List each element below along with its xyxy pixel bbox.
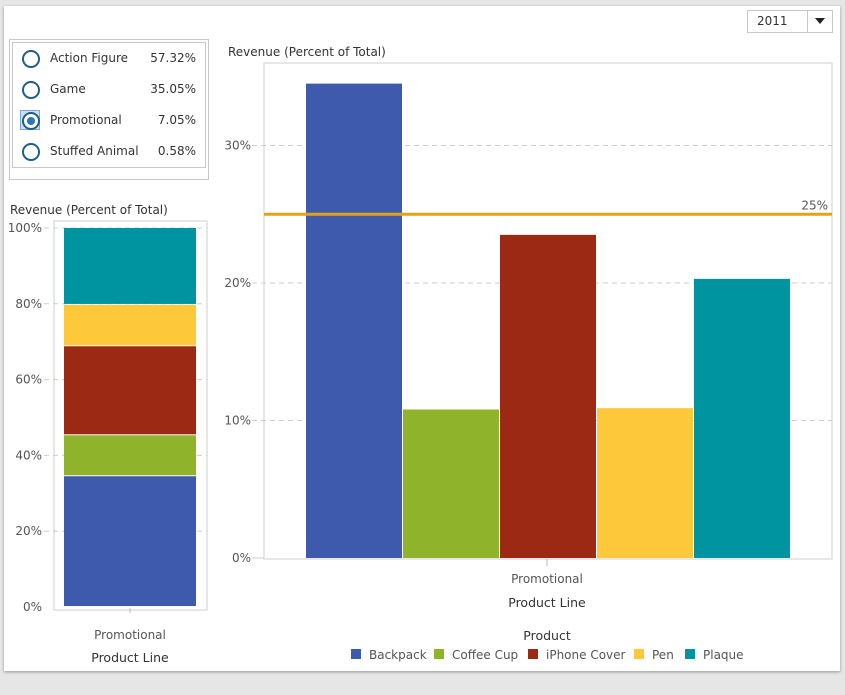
- legend-label-plaque: Plaque: [703, 648, 744, 662]
- legend-label-backpack: Backpack: [369, 648, 427, 662]
- y-tick-label: 80%: [15, 297, 42, 311]
- radio-percent: 57.32%: [150, 51, 196, 65]
- clustered-bar-chart: 0% 10% 20% 30% 25% Promotional Product Line Pro…: [224, 62, 833, 662]
- x-axis-title: Product Line: [508, 595, 586, 610]
- product-line-list: Action Figure 57.32% Game 35.05% Promoti…: [12, 42, 206, 168]
- radio-percent: 35.05%: [150, 82, 196, 96]
- x-tick-label: Promotional: [94, 628, 166, 642]
- year-dropdown[interactable]: 2011: [747, 10, 833, 33]
- x-axis-title: Product Line: [91, 650, 169, 665]
- bar-segment-iphone-cover: [64, 346, 196, 435]
- y-tick-label: 20%: [15, 524, 42, 538]
- triangle-down-icon: [815, 18, 825, 24]
- radio-label: Action Figure: [50, 51, 129, 65]
- legend-swatch-plaque: [685, 649, 695, 659]
- bar-segment-backpack: [64, 476, 196, 606]
- radio-item-stuffed-animal[interactable]: Stuffed Animal 0.58%: [13, 136, 205, 167]
- legend-swatch-coffee-cup: [434, 649, 444, 659]
- legend-swatch-pen: [634, 649, 644, 659]
- radio-icon[interactable]: [22, 50, 40, 68]
- legend-label-iphone-cover: iPhone Cover: [546, 648, 626, 662]
- stacked-bar-chart: 0% 20% 40% 60% 80% 100% Promotional Product Lin…: [8, 220, 208, 665]
- radio-selected-icon[interactable]: [22, 112, 40, 130]
- radio-label: Stuffed Animal: [50, 144, 139, 158]
- radio-item-promotional[interactable]: Promotional 7.05%: [13, 105, 205, 136]
- y-tick-label: 40%: [15, 448, 42, 462]
- radio-item-action-figure[interactable]: Action Figure 57.32%: [13, 43, 205, 74]
- radio-icon[interactable]: [22, 81, 40, 99]
- bar-backpack: [306, 83, 402, 558]
- bar-pen: [597, 408, 693, 558]
- year-dropdown-button[interactable]: [807, 11, 832, 32]
- year-dropdown-value: 2011: [757, 14, 788, 28]
- legend-swatch-backpack: [351, 649, 361, 659]
- radio-percent: 0.58%: [157, 144, 196, 158]
- legend-label-pen: Pen: [652, 648, 674, 662]
- bar-plaque: [694, 278, 790, 558]
- bar-coffee-cup: [403, 409, 499, 558]
- bar-segment-pen: [64, 304, 196, 346]
- radio-icon[interactable]: [22, 143, 40, 161]
- bar-iphone-cover: [500, 234, 596, 558]
- product-line-selector: Action Figure 57.32% Game 35.05% Promoti…: [9, 39, 209, 180]
- radio-label: Game: [50, 82, 86, 96]
- y-tick-label: 60%: [15, 373, 42, 387]
- y-tick-label: 10%: [224, 414, 251, 428]
- radio-percent: 7.05%: [157, 113, 196, 127]
- bar-segment-coffee-cup: [64, 435, 196, 476]
- legend-label-coffee-cup: Coffee Cup: [452, 648, 518, 662]
- y-tick-label: 0%: [23, 600, 42, 614]
- x-tick-label: Promotional: [511, 572, 583, 586]
- bar-segment-plaque: [64, 228, 196, 304]
- y-tick-label: 20%: [224, 276, 251, 290]
- y-tick-label: 100%: [8, 221, 42, 235]
- reference-line-label: 25%: [801, 198, 828, 212]
- y-tick-label: 0%: [232, 551, 251, 565]
- legend-title: Product: [523, 628, 571, 643]
- legend-swatch-iphone-cover: [528, 649, 538, 659]
- radio-item-game[interactable]: Game 35.05%: [13, 74, 205, 105]
- radio-label: Promotional: [50, 113, 122, 127]
- y-tick-label: 30%: [224, 139, 251, 153]
